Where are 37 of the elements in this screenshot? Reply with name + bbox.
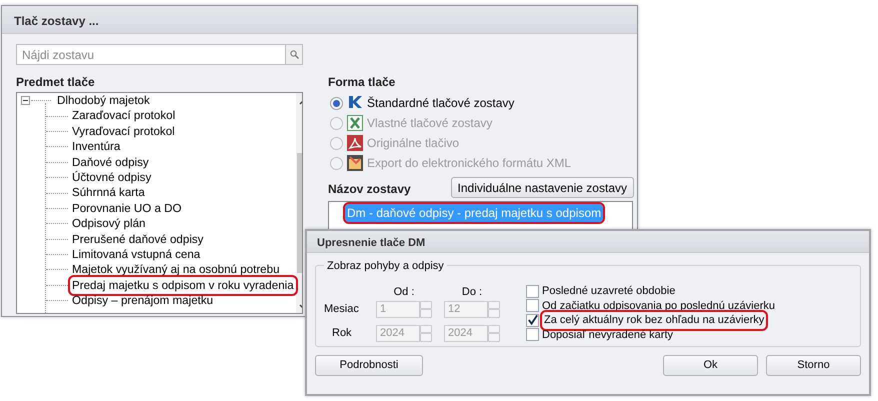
window-title: Upresnenie tlače DM — [307, 231, 869, 253]
checkbox-label: Posledné uzavreté obdobie — [542, 284, 676, 299]
search-field[interactable]: Nájdi zostavu — [16, 44, 285, 65]
tree-item[interactable]: Vyraďovací protokol — [70, 122, 177, 140]
tree-item[interactable]: Predaj majetku s odpisom v roku vyradenia — [70, 276, 296, 294]
tree-item[interactable]: Inventúra — [70, 138, 122, 156]
checkbox-label: Za celý aktuálny rok bez ohľadu na uzávierky — [542, 312, 766, 328]
tree-item[interactable]: Prerušené daňové odpisy — [70, 230, 206, 248]
window-title: Tlač zostavy ... — [2, 6, 637, 34]
tree-item[interactable]: Súhrnná karta — [70, 184, 147, 202]
checkbox-label: Doposiaľ nevyradené karty — [542, 328, 674, 342]
tree-item[interactable]: Zaraďovací protokol — [70, 107, 178, 125]
field-label: Rok — [331, 326, 353, 341]
tree-item[interactable]: Dlhodobý majetok — [55, 93, 152, 110]
settings-button[interactable]: Individuálne nastavenie zostavy — [450, 177, 634, 198]
section-heading: Názov zostavy — [328, 181, 411, 198]
section-heading: Predmet tlače — [16, 74, 96, 91]
radio-label: Export do elektronického formátu XML — [367, 155, 572, 172]
field-label: Mesiac — [324, 302, 360, 317]
section-heading: Forma tlače — [328, 74, 396, 91]
tree-item[interactable]: Odpisy – prenájom majetku — [70, 292, 216, 310]
radio-label: Štandardné tlačové zostavy — [367, 95, 514, 112]
column-label: Od : — [392, 285, 416, 298]
group-label: Zobraz pohyby a odpisy — [324, 258, 447, 274]
checkbox-label: Od začiatku odpisovania po poslednú uzávierku — [542, 298, 775, 314]
dialog-button[interactable]: Podrobnosti — [315, 355, 423, 376]
dialog-button[interactable]: Ok — [663, 355, 758, 376]
tree-item[interactable]: Daňové odpisy — [70, 154, 151, 171]
tree-item[interactable]: Porovnanie UO a DO — [70, 200, 184, 218]
dialog-button[interactable]: Storno — [766, 355, 861, 376]
tree-item[interactable]: Odpisový plán — [70, 215, 148, 233]
radio-label: Originálne tlačivo — [367, 135, 460, 152]
tree-item[interactable]: Účtovné odpisy — [70, 168, 154, 186]
tree-item[interactable]: Limitovaná vstupná cena — [70, 246, 202, 264]
column-label: Do : — [460, 285, 484, 298]
radio-label: Vlastné tlačové zostavy — [367, 115, 492, 132]
tree-item[interactable]: Majetok využívaný aj na osobnú potrebu — [70, 261, 282, 279]
